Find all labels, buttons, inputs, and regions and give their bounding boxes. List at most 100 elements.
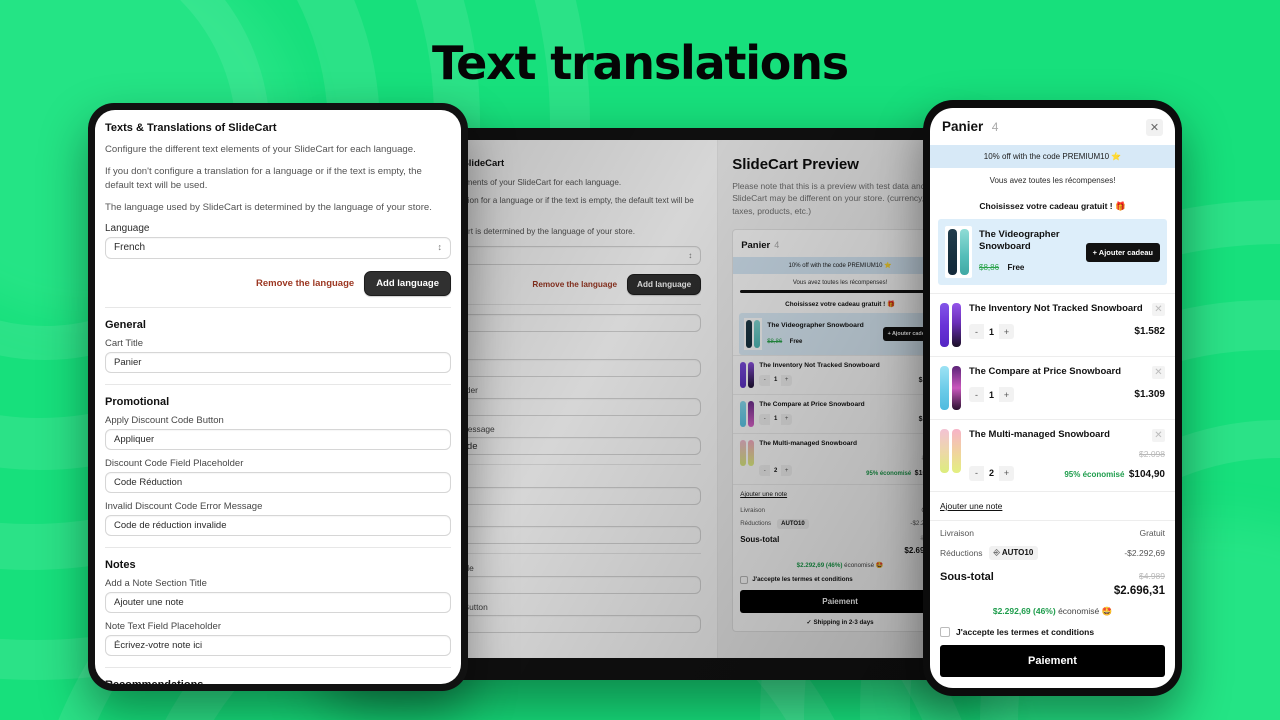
add-note-link[interactable]: Ajouter une note <box>930 491 1175 520</box>
qty-minus-button[interactable]: - <box>969 387 984 402</box>
gift-old-price: $8,86 <box>979 262 1000 272</box>
qty-minus-button[interactable]: - <box>969 466 984 481</box>
rewards-text: Vous avez toutes les récompenses! <box>989 176 1116 185</box>
qty-stepper[interactable]: - 1 + <box>969 387 1014 402</box>
gift-name: The Videographer Snowboard <box>979 229 1060 252</box>
item-price: $104,90 <box>1128 469 1165 480</box>
snowboard-teal-thumb <box>744 317 763 350</box>
gift-title: Choisissez votre cadeau gratuit ! 🎁 <box>979 201 1126 211</box>
subtotal-old-price: $4.989 <box>1139 571 1165 581</box>
qty-plus[interactable]: + <box>781 414 792 425</box>
qty-stepper[interactable]: - 2 + <box>969 465 1014 481</box>
terms-checkbox[interactable] <box>740 575 749 584</box>
add-language-button[interactable]: Add language <box>364 270 451 296</box>
language-select[interactable]: French ↕ <box>105 236 451 259</box>
settings-paragraph-2: If you don't configure a translation for… <box>105 165 422 191</box>
mini-item-name: The Multi-managed Snowboard <box>759 439 857 447</box>
mini-item-save: 95% économisé <box>866 470 912 477</box>
qty-minus[interactable]: - <box>759 465 770 476</box>
add-gift-button[interactable]: + Ajouter cadeau <box>1085 242 1160 262</box>
note-placeholder-input[interactable]: Écrivez-votre note ici <box>105 634 451 656</box>
mini-savings-amount: $2.292,69 (46%) <box>796 561 843 569</box>
qty-value: 1 <box>770 413 782 425</box>
mini-terms-label: J'accepte les termes et conditions <box>752 576 853 584</box>
language-label: Language <box>105 222 150 234</box>
section-title-promotional: Promotional <box>105 395 170 408</box>
mini-shipping-label: Livraison <box>740 506 765 514</box>
terms-checkbox[interactable] <box>940 627 950 637</box>
divider <box>105 666 451 668</box>
shipping-row: Livraison Gratuit <box>930 520 1175 542</box>
phone-screen: Panier 4 ✕ 10% off with the code PREMIUM… <box>930 108 1175 688</box>
mini-shipping-promise-text: Shipping in 2-3 days <box>813 618 874 626</box>
qty-plus[interactable]: + <box>781 465 792 476</box>
qty-plus[interactable]: + <box>781 375 792 386</box>
discount-placeholder-input[interactable]: Code Réduction <box>105 471 451 493</box>
item-price: $1.582 <box>1134 326 1165 337</box>
mini-add-note-link[interactable]: Ajouter une note <box>733 483 947 504</box>
slidecart-preview-heading: SlideCart Preview <box>732 156 859 173</box>
close-icon[interactable]: ✕ <box>1146 118 1163 136</box>
note-section-title-input[interactable]: Ajouter une note <box>105 591 451 613</box>
cart-title-input[interactable]: Panier <box>105 351 451 373</box>
chevron-updown-icon: ↕ <box>688 251 693 261</box>
qty-plus-button[interactable]: + <box>999 324 1014 339</box>
qty-minus[interactable]: - <box>759 375 770 386</box>
mini-gift-name: The Videographer Snowboard <box>767 321 864 329</box>
qty-stepper[interactable]: - 1 + <box>969 324 1014 339</box>
terms-row[interactable]: J'accepte les termes et conditions <box>930 624 1175 645</box>
qty-plus-button[interactable]: + <box>999 387 1014 402</box>
settings-paragraph-1: Configure the different text elements of… <box>105 144 416 155</box>
savings-suffix: économisé 🤩 <box>1058 606 1113 616</box>
qty-plus-button[interactable]: + <box>999 466 1014 481</box>
language-actions: Remove the language Add language <box>105 270 451 296</box>
qty-minus-button[interactable]: - <box>969 324 984 339</box>
invalid-discount-input[interactable]: Code de réduction invalide <box>105 514 451 536</box>
snowboard-blue-thumb <box>940 366 961 410</box>
subtotal-label: Sous-total <box>940 571 994 583</box>
apply-discount-button-input[interactable]: Appliquer <box>105 428 451 450</box>
shipping-promise-text: Shipping in 2-3 days <box>1016 686 1099 688</box>
settings-paragraph-3: The language used by SlideCart is determ… <box>105 201 432 213</box>
item-name: The Inventory Not Tracked Snowboard <box>969 303 1143 314</box>
close-icon[interactable]: ✕ <box>1152 429 1165 442</box>
checkout-button[interactable]: Paiement <box>940 645 1165 677</box>
shipping-label: Livraison <box>940 528 975 538</box>
mini-qty-stepper[interactable]: - 1 + <box>759 374 793 386</box>
snowboard-teal-thumb <box>945 226 972 278</box>
qty-value: 1 <box>770 374 782 386</box>
note-placeholder-value: Écrivez-votre note ici <box>114 639 203 651</box>
mini-cart-title: Panier <box>741 239 771 251</box>
mini-item-name: The Compare at Price Snowboard <box>759 400 865 408</box>
preview-remove-language-link[interactable]: Remove the language <box>532 280 617 289</box>
close-icon[interactable]: ✕ <box>1152 303 1165 316</box>
remove-language-link[interactable]: Remove the language <box>256 278 354 289</box>
mini-qty-stepper[interactable]: - 2 + <box>759 465 793 477</box>
tag-icon: ⎆ <box>993 548 1000 557</box>
discount-label: Réductions <box>940 548 983 558</box>
mini-terms-row[interactable]: J'accepte les termes et conditions <box>733 574 947 590</box>
settings-card-inner: Texts & Translations of SlideCart Config… <box>95 110 461 684</box>
savings-row: $2.292,69 (46%) économisé 🤩 <box>930 601 1175 624</box>
discount-placeholder-value: Code Réduction <box>114 476 183 488</box>
check-icon: ✓ <box>1006 686 1013 688</box>
qty-minus[interactable]: - <box>759 414 770 425</box>
slidecart-preview-note: Please note that this is a preview with … <box>732 181 940 216</box>
preview-add-language-button[interactable]: Add language <box>627 274 702 296</box>
discount-code-badge: ⎆ AUTO10 <box>988 546 1039 560</box>
gift-row: The Videographer Snowboard $8,86 Free + … <box>938 219 1167 285</box>
cart-line-item: The Multi-managed Snowboard ✕ $2.098 - 2… <box>930 419 1175 491</box>
mini-rewards-text: Vous avez toutes les récompenses! <box>792 279 888 286</box>
cart-line-item: The Inventory Not Tracked Snowboard ✕ - … <box>930 293 1175 356</box>
snowboard-blue-thumb <box>740 400 755 427</box>
mini-qty-stepper[interactable]: - 1 + <box>759 413 793 425</box>
cart-header: Panier 4 ✕ <box>930 108 1175 145</box>
discount-code-text: AUTO10 <box>1001 548 1034 557</box>
divider <box>105 546 451 548</box>
chevron-updown-icon: ↕ <box>437 242 443 253</box>
close-icon[interactable]: ✕ <box>1152 366 1165 379</box>
subtotal-row: Sous-total $4.989 $2.696,31 <box>930 564 1175 601</box>
mini-cart-header: Panier4 ✕ <box>733 230 947 257</box>
mini-checkout-button[interactable]: Paiement <box>740 589 940 613</box>
field-label-note-placeholder: Note Text Field Placeholder <box>105 620 221 632</box>
